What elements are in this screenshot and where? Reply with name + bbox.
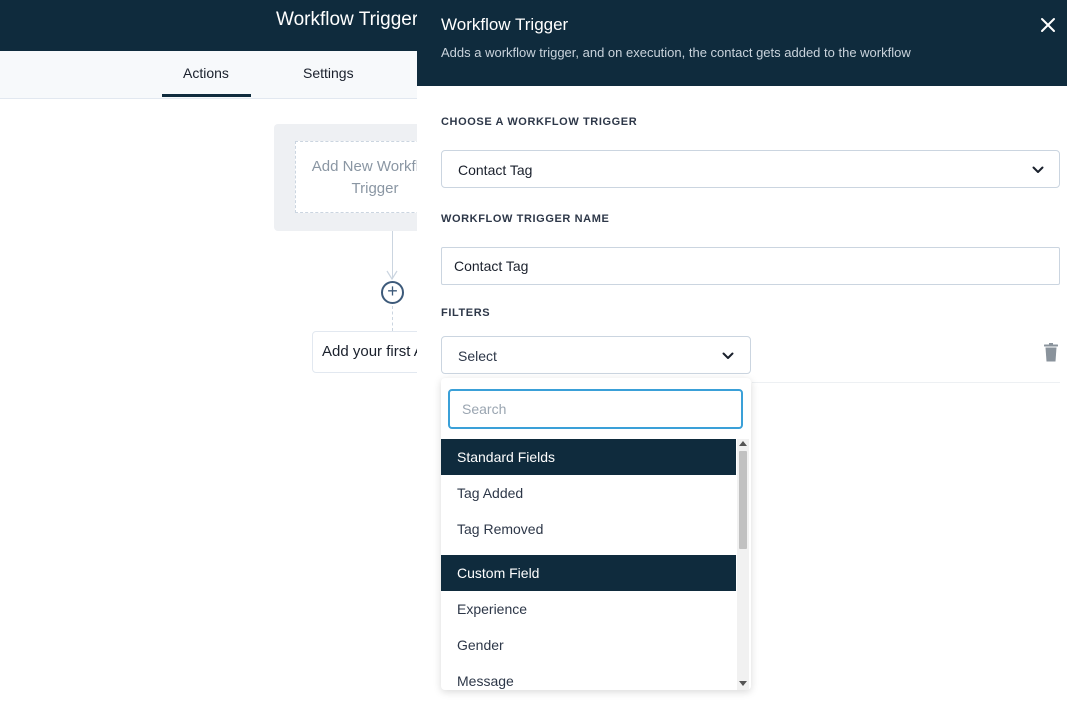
panel-header: Workflow Trigger Adds a workflow trigger…: [417, 0, 1067, 86]
trigger-name-input[interactable]: [441, 247, 1060, 285]
chevron-down-icon: [722, 352, 734, 359]
filters-label: FILTERS: [441, 307, 491, 319]
trigger-side-panel: Workflow Trigger Adds a workflow trigger…: [417, 0, 1067, 723]
option-item[interactable]: Message: [441, 663, 736, 690]
filter-row-divider: [752, 382, 1060, 383]
option-item[interactable]: Gender: [441, 627, 736, 663]
trash-icon[interactable]: [1043, 343, 1059, 362]
filter-field-select[interactable]: Select: [441, 336, 751, 374]
choose-trigger-label: CHOOSE A WORKFLOW TRIGGER: [441, 116, 638, 128]
dropdown-search-input[interactable]: [448, 389, 743, 429]
chevron-down-icon: [1032, 166, 1044, 173]
option-item[interactable]: Tag Added: [441, 475, 736, 511]
tab-settings[interactable]: Settings: [303, 65, 354, 81]
active-tab-indicator: [162, 94, 251, 97]
tab-actions[interactable]: Actions: [183, 65, 229, 81]
trigger-name-label: WORKFLOW TRIGGER NAME: [441, 213, 610, 225]
option-item[interactable]: Tag Removed: [441, 511, 736, 547]
app-title: Workflow Trigger: [276, 9, 419, 30]
panel-title: Workflow Trigger: [441, 15, 569, 34]
dropdown-scrollbar[interactable]: [737, 439, 749, 690]
connector-dashed: [392, 306, 393, 331]
scroll-down-arrow-icon[interactable]: [739, 681, 747, 686]
trigger-type-value: Contact Tag: [458, 162, 533, 178]
scroll-up-arrow-icon[interactable]: [739, 441, 747, 446]
filter-field-value: Select: [458, 348, 497, 364]
filter-dropdown: Standard Fields Tag Added Tag Removed Cu…: [441, 378, 751, 690]
arrow-down-icon: [386, 270, 398, 280]
plus-circle-icon[interactable]: +: [381, 281, 404, 304]
dropdown-options: Standard Fields Tag Added Tag Removed Cu…: [441, 439, 736, 690]
scrollbar-thumb[interactable]: [739, 451, 747, 549]
trigger-type-select[interactable]: Contact Tag: [441, 150, 1060, 188]
option-group-header: Standard Fields: [441, 439, 736, 475]
option-item[interactable]: Experience: [441, 591, 736, 627]
close-icon[interactable]: [1036, 13, 1060, 37]
panel-subtitle: Adds a workflow trigger, and on executio…: [441, 45, 911, 60]
option-group-header: Custom Field: [441, 555, 736, 591]
